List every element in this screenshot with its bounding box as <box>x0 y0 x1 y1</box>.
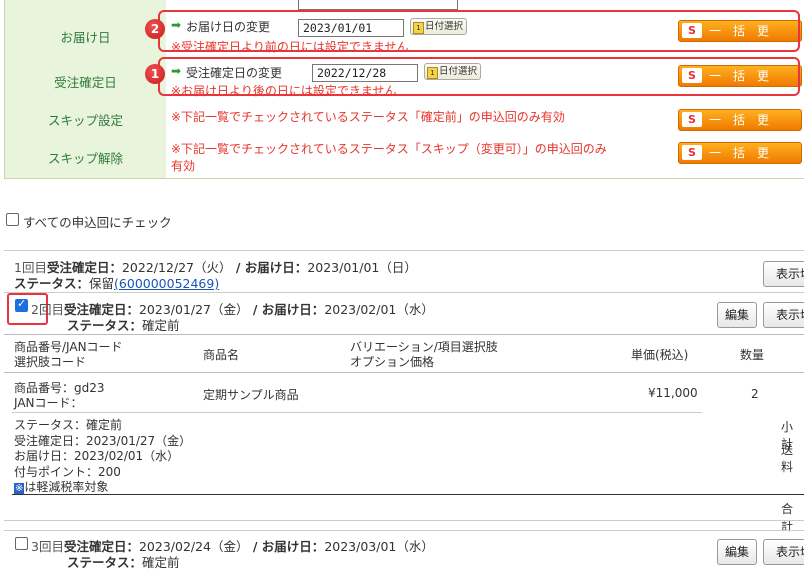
annotation-box-delivery <box>158 10 800 52</box>
detail-delivery-date: お届け日：2023/02/01（水） <box>14 449 180 463</box>
delivery-1-status: ステータス：保留(600000052469) <box>14 276 220 291</box>
item-price: ¥11,000 <box>648 386 698 400</box>
update-icon: S <box>682 112 702 127</box>
delivery-3-status: ステータス：確定前 <box>67 555 180 570</box>
bulk-update-button[interactable]: S一括更新 <box>678 109 802 147</box>
divider <box>12 412 702 413</box>
settings-value: ※下記一覧でチェックされているステータス「確定前」の申込回のみ有効 S一括更新 <box>166 103 804 147</box>
shipping-label: 送料 <box>781 443 794 474</box>
skip-set-note: ※下記一覧でチェックされているステータス「確定前」の申込回のみ有効 <box>171 110 565 124</box>
edit-button[interactable]: 編集 <box>717 302 757 328</box>
skip-cancel-note: ※下記一覧でチェックされているステータス「スキップ（変更可）」の申込回のみ <box>171 142 607 156</box>
divider <box>12 494 804 495</box>
settings-value: ※下記一覧でチェックされているステータス「スキップ（変更可）」の申込回のみ 有効… <box>166 136 804 180</box>
settings-label: スキップ解除 <box>4 136 167 178</box>
delivery-3-checkbox[interactable] <box>15 537 28 550</box>
settings-label-partial <box>4 0 167 12</box>
skip-cancel-note-2: 有効 <box>171 159 196 173</box>
detail-status: ステータス：確定前 <box>14 418 123 432</box>
settings-label: スキップ設定 <box>4 103 167 136</box>
settings-label: お届け日 <box>4 12 167 60</box>
item-qty: 2 <box>751 387 759 401</box>
toggle-display-button[interactable]: 表示切 <box>763 261 804 287</box>
annotation-box-order <box>158 57 800 96</box>
detail-block: ステータス：確定前 受注確定日：2023/01/27（金） お届け日：2023/… <box>14 418 191 497</box>
col-header-option-code: 選択肢コード <box>14 355 87 369</box>
settings-row-skip-set: スキップ設定 ※下記一覧でチェックされているステータス「確定前」の申込回のみ有効… <box>4 103 804 147</box>
annotation-badge-1: 1 <box>145 64 165 84</box>
toggle-display-button[interactable]: 表示切 <box>763 539 804 565</box>
settings-label: 受注確定日 <box>4 60 167 103</box>
item-jan: JANコード： <box>14 396 83 410</box>
edit-button[interactable]: 編集 <box>717 539 757 565</box>
toggle-display-button[interactable]: 表示切 <box>763 302 804 328</box>
detail-order-date: 受注確定日：2023/01/27（金） <box>14 433 192 448</box>
tax-mark-icon: ※ <box>14 483 25 494</box>
annotation-badge-2: 2 <box>145 19 165 39</box>
col-header-price: 単価(税込) <box>631 348 689 362</box>
divider <box>4 334 804 335</box>
bulk-update-button[interactable]: S一括更新 <box>678 142 802 180</box>
delivery-2-status: ステータス：確定前 <box>67 318 180 333</box>
divider <box>4 520 804 521</box>
divider <box>4 250 804 251</box>
divider <box>4 292 804 293</box>
detail-points: 付与ポイント：200 <box>14 464 121 479</box>
col-header-qty: 数量 <box>740 348 765 362</box>
divider <box>4 372 804 373</box>
order-number-link[interactable]: (600000052469) <box>114 276 219 291</box>
check-all-label: すべての申込回にチェック <box>23 215 172 230</box>
update-icon: S <box>682 145 702 160</box>
check-all-checkbox[interactable] <box>6 213 19 226</box>
settings-row-skip-cancel: スキップ解除 ※下記一覧でチェックされているステータス「スキップ（変更可）」の申… <box>4 136 804 180</box>
col-header-name: 商品名 <box>203 348 240 362</box>
divider <box>4 530 804 531</box>
col-header-option-price: オプション価格 <box>350 355 435 369</box>
partial-input[interactable] <box>298 0 458 10</box>
total-label: 合計 <box>781 502 794 533</box>
item-name: 定期サンプル商品 <box>203 388 299 402</box>
